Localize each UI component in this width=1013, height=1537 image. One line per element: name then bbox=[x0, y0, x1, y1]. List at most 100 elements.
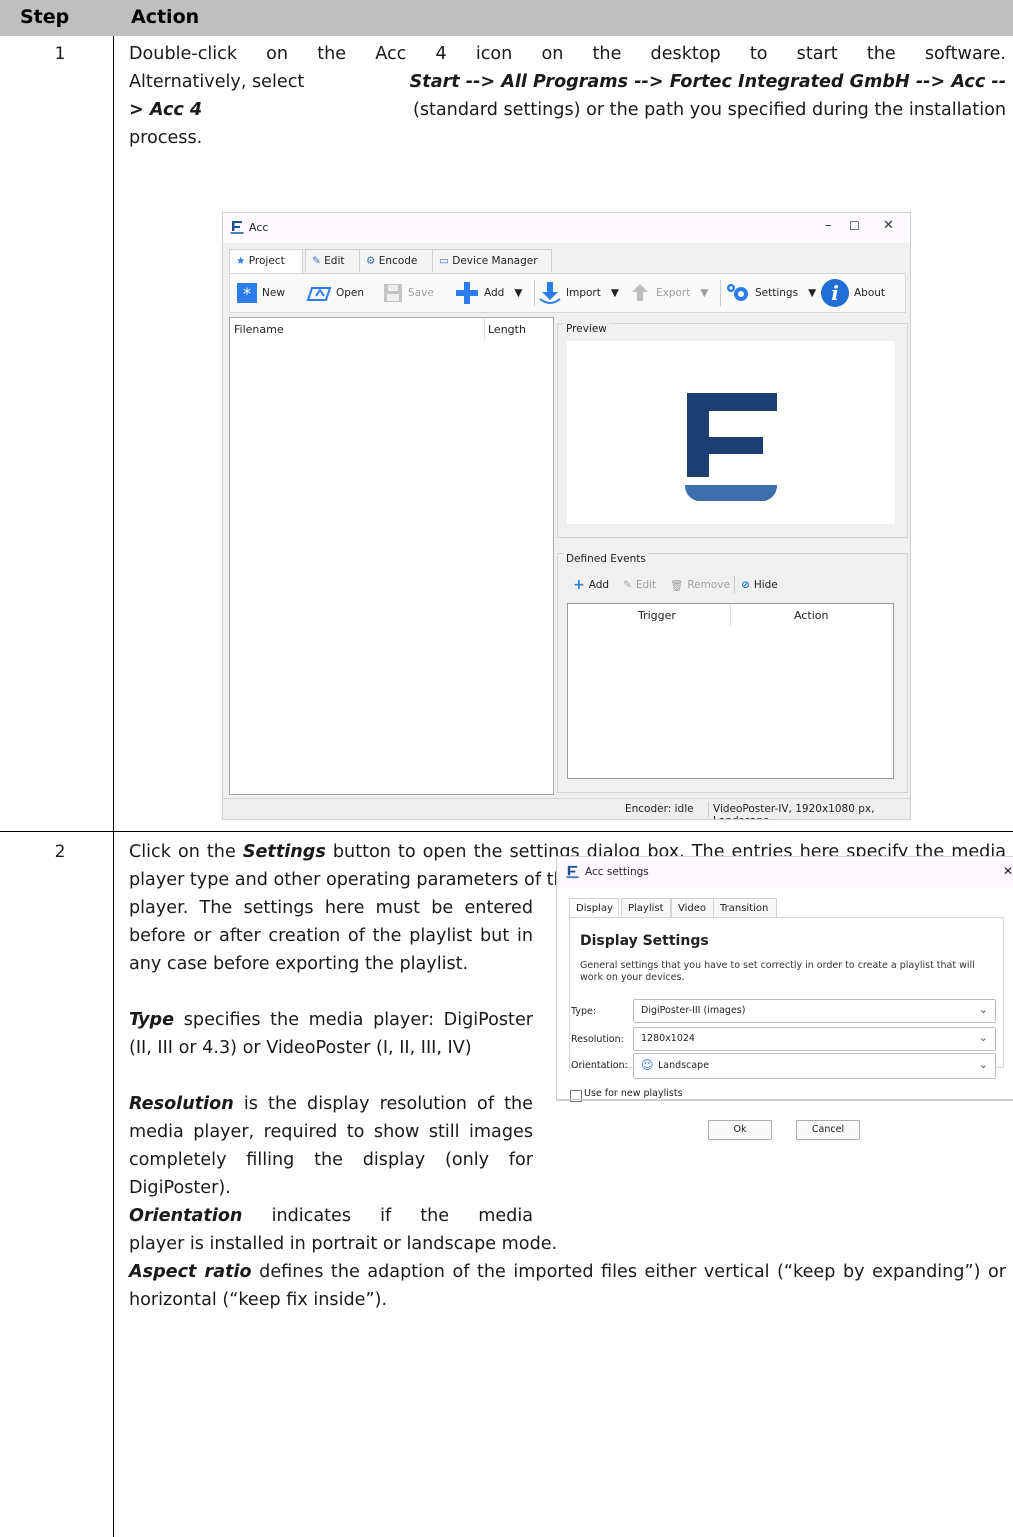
step2-resolution-text: Resolution is the display resolution of … bbox=[129, 1094, 533, 1198]
row-divider bbox=[0, 831, 1013, 832]
step1-standard-text: (standard settings) or the path you spec… bbox=[412, 100, 1006, 120]
fortec-logo-icon bbox=[685, 393, 777, 501]
add-button[interactable]: Add ▼ bbox=[454, 280, 522, 306]
chevron-down-icon: ⌄ bbox=[978, 1003, 988, 1016]
events-table[interactable]: Trigger Action bbox=[567, 603, 894, 779]
minimize-icon[interactable]: – bbox=[825, 218, 832, 233]
step2-orientation-text: Orientation indicates if the media bbox=[129, 1206, 533, 1226]
tab-project[interactable]: ★ Project bbox=[229, 249, 303, 273]
export-button[interactable]: Export ▼ bbox=[628, 280, 708, 306]
chevron-down-icon[interactable]: ▼ bbox=[611, 287, 619, 299]
events-label: Defined Events bbox=[564, 553, 648, 565]
column-divider bbox=[113, 36, 114, 1537]
encoder-status: Encoder: idle bbox=[625, 803, 694, 815]
pencil-icon: ✎ bbox=[623, 579, 632, 591]
encode-icon: ⚙ bbox=[366, 255, 376, 267]
col-action[interactable]: Action bbox=[794, 609, 828, 622]
event-edit-button[interactable]: ✎ Edit bbox=[623, 575, 656, 595]
smiley-icon: ☺ bbox=[641, 1058, 654, 1072]
step1-alt-text: Alternatively, select bbox=[129, 72, 305, 92]
col-trigger[interactable]: Trigger bbox=[638, 609, 676, 622]
acc-app-screenshot: Acc – ☐ ✕ ★ Project ✎ Edit ⚙ Encode ▭ De… bbox=[222, 212, 911, 820]
import-button[interactable]: Import ▼ bbox=[538, 280, 619, 306]
hide-icon: ⊘ bbox=[741, 579, 750, 591]
tab-playlist[interactable]: Playlist bbox=[621, 898, 671, 918]
step1-path-end: > Acc 4 bbox=[129, 100, 203, 120]
step1-line3: > Acc 4 (standard settings) or the path … bbox=[129, 96, 1006, 124]
open-button[interactable]: Open bbox=[306, 280, 364, 306]
resolution-label: Resolution: bbox=[571, 1034, 624, 1045]
monitor-icon: ▭ bbox=[439, 255, 449, 267]
tab-display[interactable]: Display bbox=[569, 898, 619, 918]
preview-area bbox=[567, 341, 895, 524]
plus-icon bbox=[456, 282, 478, 304]
pencil-icon: ✎ bbox=[312, 255, 321, 267]
tab-encode[interactable]: ⚙ Encode bbox=[359, 249, 433, 272]
chevron-down-icon[interactable]: ▼ bbox=[808, 287, 816, 299]
step2-orientation-text-cont: player is installed in portrait or lands… bbox=[129, 1234, 558, 1254]
column-separator bbox=[730, 604, 731, 626]
ok-button[interactable]: Ok bbox=[708, 1120, 772, 1140]
step1-line2: Alternatively, select Start --> All Prog… bbox=[129, 68, 1006, 96]
event-remove-button[interactable]: 🗑 Remove bbox=[670, 575, 730, 595]
dialog-bottom-border bbox=[556, 1099, 1013, 1100]
step1-line4: process. bbox=[129, 128, 203, 148]
step-number-2: 2 bbox=[54, 842, 66, 862]
info-icon: i bbox=[821, 279, 849, 307]
file-list[interactable]: Filename Length bbox=[229, 317, 554, 795]
tab-device-manager[interactable]: ▭ Device Manager bbox=[432, 249, 552, 272]
dialog-description: General settings that you have to set co… bbox=[580, 960, 975, 983]
save-button[interactable]: Save bbox=[382, 280, 434, 306]
step1-path: Start --> All Programs --> Fortec Integr… bbox=[409, 72, 1006, 92]
dialog-heading: Display Settings bbox=[580, 933, 709, 949]
col-action-header: Action bbox=[131, 6, 200, 28]
step2-aspect-text: Aspect ratio defines the adaption of the… bbox=[129, 1262, 1006, 1310]
main-toolbar: * New Open Save Add ▼ Import ▼ Export ▼ … bbox=[229, 273, 906, 313]
app-logo-icon bbox=[230, 221, 244, 234]
type-select[interactable]: DigiPoster-III (images) ⌄ bbox=[633, 999, 996, 1023]
plus-icon: + bbox=[573, 577, 585, 593]
settings-dialog-screenshot: Acc settings ✕ Display Playlist Video Tr… bbox=[556, 856, 1013, 1101]
col-step-header: Step bbox=[20, 6, 70, 28]
toolbar-separator bbox=[534, 280, 535, 306]
cancel-button[interactable]: Cancel bbox=[796, 1120, 860, 1140]
orientation-select[interactable]: ☺ Landscape ⌄ bbox=[633, 1053, 996, 1079]
new-icon: * bbox=[237, 283, 257, 303]
app-logo-icon bbox=[565, 865, 580, 879]
new-button[interactable]: * New bbox=[236, 280, 285, 306]
dialog-titlebar: Acc settings ✕ bbox=[557, 857, 1013, 887]
save-icon bbox=[384, 284, 402, 302]
chevron-down-icon: ⌄ bbox=[978, 1031, 988, 1044]
status-bar: Encoder: idle VideoPoster-IV, 1920x1080 … bbox=[223, 798, 910, 819]
column-separator bbox=[484, 318, 485, 340]
chevron-down-icon: ⌄ bbox=[978, 1058, 988, 1071]
col-filename[interactable]: Filename bbox=[234, 323, 284, 336]
maximize-icon[interactable]: ☐ bbox=[849, 219, 860, 233]
step-number-1: 1 bbox=[54, 44, 66, 64]
tab-edit[interactable]: ✎ Edit bbox=[305, 249, 363, 272]
step1-line1: Double-click on the Acc 4 icon on the de… bbox=[129, 44, 1006, 64]
gear-icon bbox=[727, 284, 748, 301]
type-label: Type: bbox=[571, 1006, 597, 1017]
resolution-select[interactable]: 1280x1024 ⌄ bbox=[633, 1027, 996, 1051]
close-icon[interactable]: ✕ bbox=[1003, 864, 1013, 878]
star-icon: ★ bbox=[236, 255, 246, 267]
close-icon[interactable]: ✕ bbox=[883, 218, 894, 233]
chevron-down-icon[interactable]: ▼ bbox=[700, 287, 708, 299]
event-hide-button[interactable]: ⊘ Hide bbox=[741, 575, 778, 595]
orientation-label: Orientation: bbox=[571, 1060, 628, 1071]
event-add-button[interactable]: + Add bbox=[573, 575, 609, 595]
preview-label: Preview bbox=[564, 323, 609, 335]
use-for-new-playlists-checkbox[interactable] bbox=[570, 1090, 582, 1102]
status-separator bbox=[708, 802, 709, 817]
device-status: VideoPoster-IV, 1920x1080 px, Landscape bbox=[713, 803, 875, 819]
toolbar-separator bbox=[734, 576, 735, 594]
about-button[interactable]: i About bbox=[820, 277, 885, 309]
step2-type-text: Type specifies the media player: DigiPos… bbox=[129, 1010, 534, 1058]
tab-video[interactable]: Video bbox=[671, 898, 715, 918]
toolbar-separator bbox=[720, 280, 721, 306]
settings-button[interactable]: Settings ▼ bbox=[725, 280, 816, 306]
tab-transition[interactable]: Transition bbox=[713, 898, 777, 918]
chevron-down-icon[interactable]: ▼ bbox=[514, 287, 522, 299]
col-length[interactable]: Length bbox=[488, 323, 526, 336]
